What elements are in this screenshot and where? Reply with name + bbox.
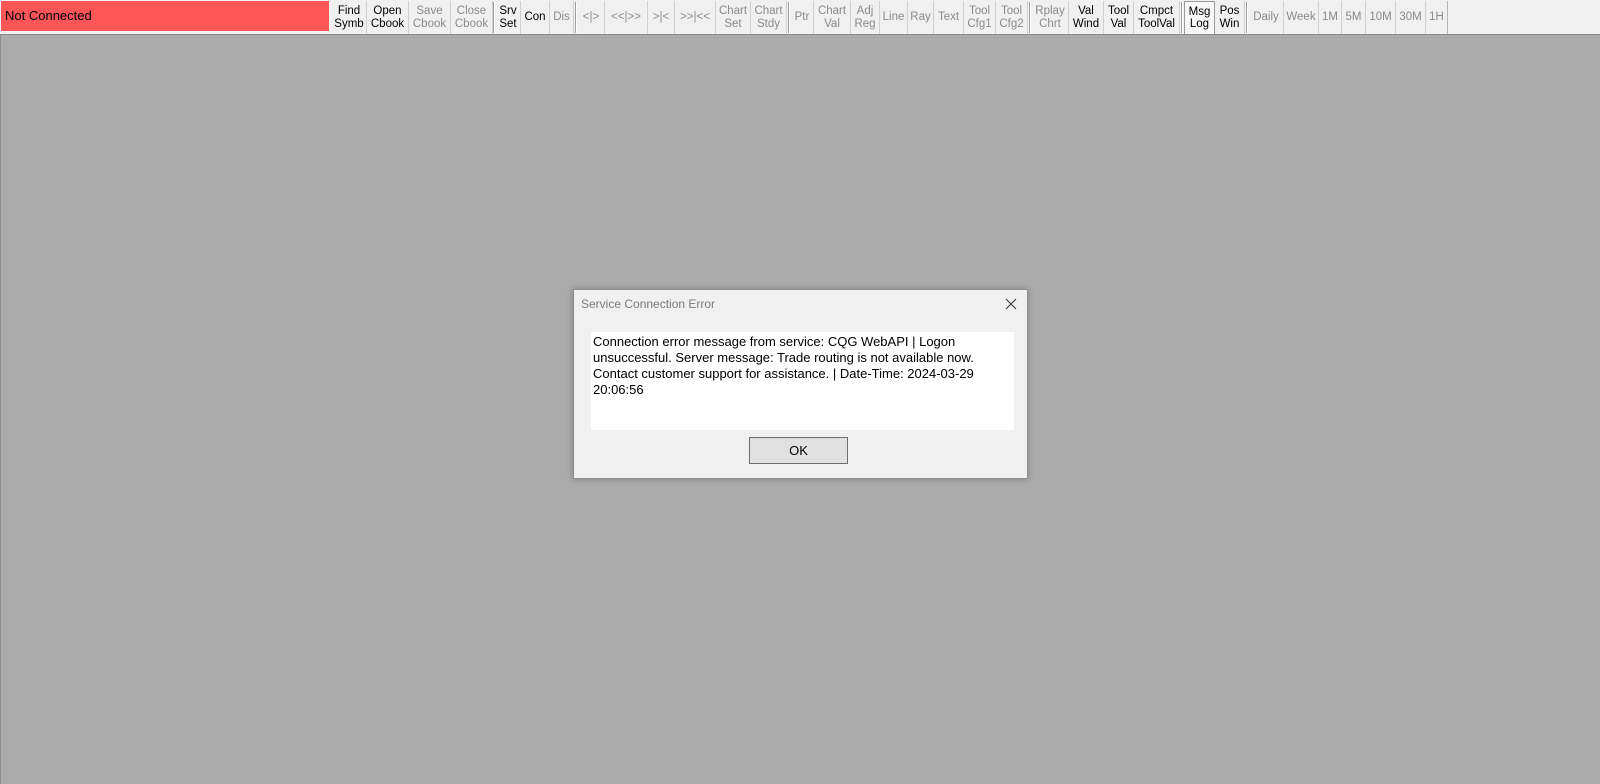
- chart-values-button[interactable]: Chart Val: [814, 1, 851, 34]
- close-icon[interactable]: [1001, 294, 1021, 314]
- timeframe-30m-button[interactable]: 30M: [1396, 1, 1426, 34]
- save-chartbook-button[interactable]: Save Cbook: [409, 1, 451, 34]
- jump-button[interactable]: <<|>>: [605, 1, 648, 34]
- toolbar-separator: [788, 2, 790, 33]
- text-tool-button[interactable]: Text: [934, 1, 964, 34]
- to-end-button[interactable]: >|<: [648, 1, 675, 34]
- toolbar-separator: [575, 2, 577, 33]
- chart-settings-button[interactable]: Chart Set: [716, 1, 751, 34]
- timeframe-week-button[interactable]: Week: [1284, 1, 1319, 34]
- connect-button[interactable]: Con: [521, 1, 550, 34]
- service-connection-error-dialog: Service Connection Error Connection erro…: [573, 289, 1028, 479]
- timeframe-1m-button[interactable]: 1M: [1319, 1, 1342, 34]
- close-chartbook-button[interactable]: Close Cbook: [451, 1, 493, 34]
- toolbar-separator: [1246, 2, 1248, 33]
- main-toolbar: Not Connected Find Symb Open Cbook Save …: [0, 0, 1600, 35]
- ray-tool-button[interactable]: Ray: [908, 1, 934, 34]
- toolbar-separator: [493, 2, 495, 33]
- tool-values-button[interactable]: Tool Val: [1104, 1, 1134, 34]
- adjust-region-button[interactable]: Adj Reg: [851, 1, 880, 34]
- tool-config2-button[interactable]: Tool Cfg2: [996, 1, 1028, 34]
- pointer-tool-button[interactable]: Ptr: [791, 1, 814, 34]
- server-settings-button[interactable]: Srv Set: [496, 1, 521, 34]
- ok-button[interactable]: OK: [749, 437, 848, 464]
- dialog-title: Service Connection Error: [581, 297, 716, 311]
- timeframe-10m-button[interactable]: 10M: [1366, 1, 1396, 34]
- step-back-button[interactable]: <|>: [578, 1, 605, 34]
- timeframe-daily-button[interactable]: Daily: [1249, 1, 1284, 34]
- toolbar-separator: [1181, 2, 1183, 33]
- tool-config1-button[interactable]: Tool Cfg1: [964, 1, 996, 34]
- compact-tool-values-button[interactable]: Cmpct ToolVal: [1134, 1, 1180, 34]
- error-message-text: Connection error message from service: C…: [591, 332, 1014, 430]
- message-log-button[interactable]: Msg Log: [1184, 1, 1215, 34]
- line-tool-button[interactable]: Line: [880, 1, 908, 34]
- fast-button[interactable]: >>|<<: [675, 1, 716, 34]
- connection-status: Not Connected: [1, 1, 329, 31]
- find-symbol-button[interactable]: Find Symb: [332, 1, 367, 34]
- timeframe-5m-button[interactable]: 5M: [1342, 1, 1366, 34]
- open-chartbook-button[interactable]: Open Cbook: [367, 1, 409, 34]
- timeframe-1h-button[interactable]: 1H: [1426, 1, 1448, 34]
- values-window-button[interactable]: Val Wind: [1069, 1, 1104, 34]
- position-window-button[interactable]: Pos Win: [1215, 1, 1245, 34]
- replay-chart-button[interactable]: Rplay Chrt: [1032, 1, 1069, 34]
- chart-study-button[interactable]: Chart Stdy: [751, 1, 787, 34]
- toolbar-separator: [1029, 2, 1031, 33]
- disconnect-button[interactable]: Dis: [550, 1, 574, 34]
